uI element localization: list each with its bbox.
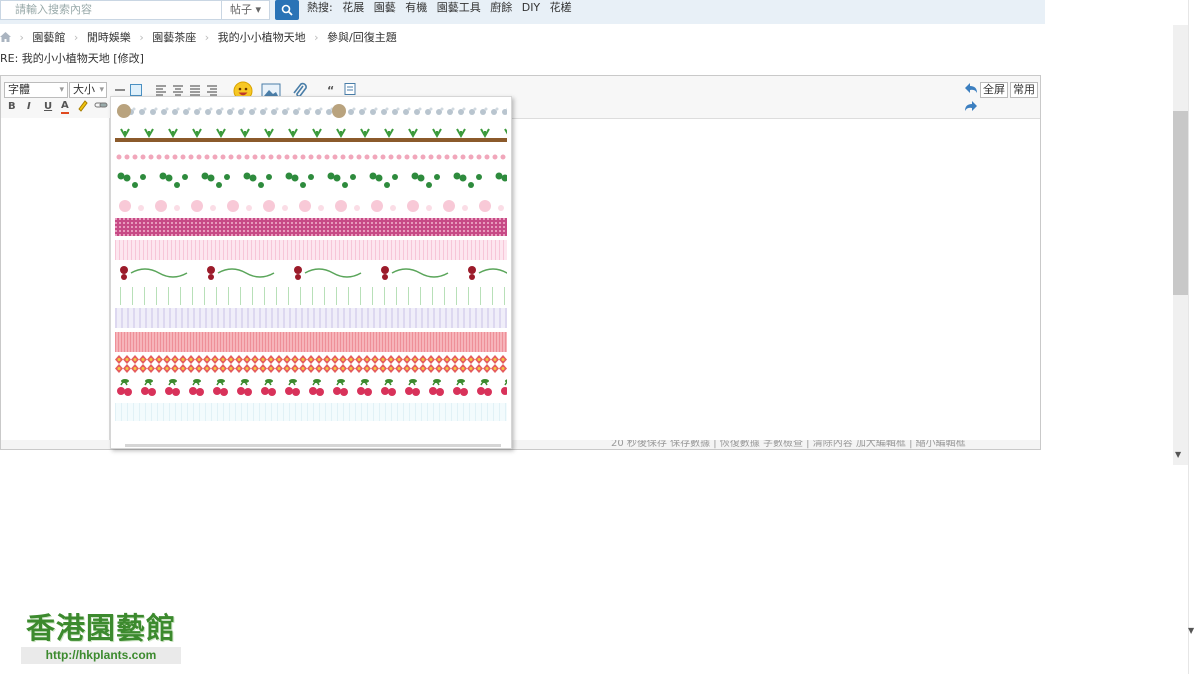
- align-left-icon[interactable]: [154, 83, 168, 97]
- border-pattern-green-lines[interactable]: [115, 287, 507, 305]
- link-icon[interactable]: [94, 98, 108, 112]
- top-search-bar: 請輸入搜索內容 帖子 ▾ 熱搜: 花展 園藝 有機 園藝工具 廚餘 DIY 花槎: [0, 0, 1045, 24]
- underline-icon[interactable]: U: [44, 101, 52, 113]
- border-pattern-vine-branch[interactable]: [115, 126, 507, 146]
- chevron-right-icon: ›: [314, 31, 319, 44]
- hot-item[interactable]: DIY: [522, 1, 540, 14]
- chevron-right-icon: ›: [19, 31, 24, 44]
- fullscreen-button[interactable]: 全屏: [980, 82, 1008, 98]
- border-pattern-pink-flowers[interactable]: [115, 153, 507, 161]
- font-select[interactable]: 字體 ▾: [4, 82, 68, 98]
- bold-icon[interactable]: B: [8, 101, 16, 113]
- align-right-icon[interactable]: [205, 83, 219, 97]
- chevron-right-icon: ›: [139, 31, 144, 44]
- border-pattern-lavender-stripes[interactable]: [115, 308, 507, 328]
- chevron-right-icon: ›: [73, 31, 79, 44]
- border-pattern-magenta-weave[interactable]: [115, 218, 507, 236]
- chevron-down-icon: ▾: [59, 85, 64, 95]
- chevron-down-icon: ▾: [251, 3, 262, 16]
- border-pattern-coral-stripes[interactable]: [115, 332, 507, 352]
- search-type-select[interactable]: 帖子 ▾: [222, 0, 270, 20]
- breadcrumb-item[interactable]: 閒時娛樂: [87, 31, 131, 44]
- border-pattern-diamonds[interactable]: [115, 355, 507, 373]
- breadcrumb-item[interactable]: 園藝館: [32, 31, 65, 44]
- highlight-icon[interactable]: [76, 98, 90, 112]
- chevron-right-icon: ›: [204, 31, 210, 44]
- size-select-label: 大小: [73, 83, 95, 96]
- status-text: 20 秒後保存 保存數據 | 恢復數據 字數檢查 | 清除內容 加大編輯框 | …: [611, 440, 966, 449]
- scroll-down-arrow-icon[interactable]: ▼: [1188, 626, 1194, 635]
- border-pattern-rose-vine[interactable]: [115, 263, 507, 283]
- border-pattern-pale-blue[interactable]: [115, 403, 507, 421]
- code-icon[interactable]: [343, 82, 357, 96]
- breadcrumb: › 園藝館 › 閒時娛樂 › 園藝茶座 › 我的小小植物天地 › 參與/回復主題: [0, 31, 397, 45]
- hot-item[interactable]: 有機: [405, 1, 427, 14]
- breadcrumb-item[interactable]: 我的小小植物天地: [218, 31, 306, 44]
- hot-item[interactable]: 花槎: [550, 1, 572, 14]
- border-pattern-pink-stripes[interactable]: [115, 240, 507, 260]
- horizontal-rule-icon[interactable]: [113, 83, 127, 97]
- hot-item[interactable]: 廚餘: [490, 1, 512, 14]
- search-input[interactable]: 請輸入搜索內容: [0, 0, 222, 20]
- site-logo[interactable]: 香港園藝館 http://hkplants.com: [19, 611, 183, 665]
- window-edge: [1188, 0, 1199, 674]
- scroll-down-arrow-icon[interactable]: ▼: [1175, 450, 1181, 459]
- size-select[interactable]: 大小 ▾: [69, 82, 107, 98]
- redo-icon[interactable]: [964, 100, 978, 112]
- page-scrollbar-thumb[interactable]: [1173, 111, 1188, 295]
- hot-item[interactable]: 園藝: [374, 1, 396, 14]
- home-icon[interactable]: [0, 32, 11, 42]
- hot-label: 熱搜:: [307, 1, 333, 14]
- font-color-icon[interactable]: A: [61, 100, 69, 114]
- border-pattern-sakura[interactable]: [115, 197, 507, 215]
- italic-icon[interactable]: I: [27, 101, 31, 113]
- page-subtitle: RE: 我的小小植物天地 [修改]: [0, 52, 144, 65]
- editor-text-area[interactable]: [1, 118, 110, 440]
- logo-title: 香港園藝館: [25, 611, 176, 645]
- align-justify-icon[interactable]: [188, 83, 202, 97]
- font-select-label: 字體: [8, 83, 30, 96]
- hot-item[interactable]: 花展: [342, 1, 364, 14]
- search-button[interactable]: [275, 0, 299, 20]
- chevron-down-icon: ▾: [99, 85, 104, 95]
- align-center-icon[interactable]: [171, 83, 185, 97]
- border-pattern-cherries[interactable]: [115, 377, 507, 399]
- search-type-label: 帖子: [229, 3, 252, 16]
- popup-scroll-track[interactable]: [125, 444, 501, 447]
- search-icon: [281, 4, 293, 16]
- logo-url: http://hkplants.com: [21, 647, 181, 664]
- common-mode-button[interactable]: 常用: [1010, 82, 1038, 98]
- hot-item[interactable]: 園藝工具: [437, 1, 481, 14]
- breadcrumb-item[interactable]: 園藝茶座: [152, 31, 196, 44]
- breadcrumb-current: 參與/回復主題: [327, 31, 397, 44]
- table-icon[interactable]: [129, 83, 143, 97]
- undo-icon[interactable]: [964, 82, 978, 94]
- border-pattern-clover[interactable]: [115, 170, 507, 192]
- decoration-picker-popup: [110, 96, 512, 449]
- border-pattern-cat-trail[interactable]: [115, 103, 507, 119]
- hot-search: 熱搜: 花展 園藝 有機 園藝工具 廚餘 DIY 花槎: [307, 1, 578, 15]
